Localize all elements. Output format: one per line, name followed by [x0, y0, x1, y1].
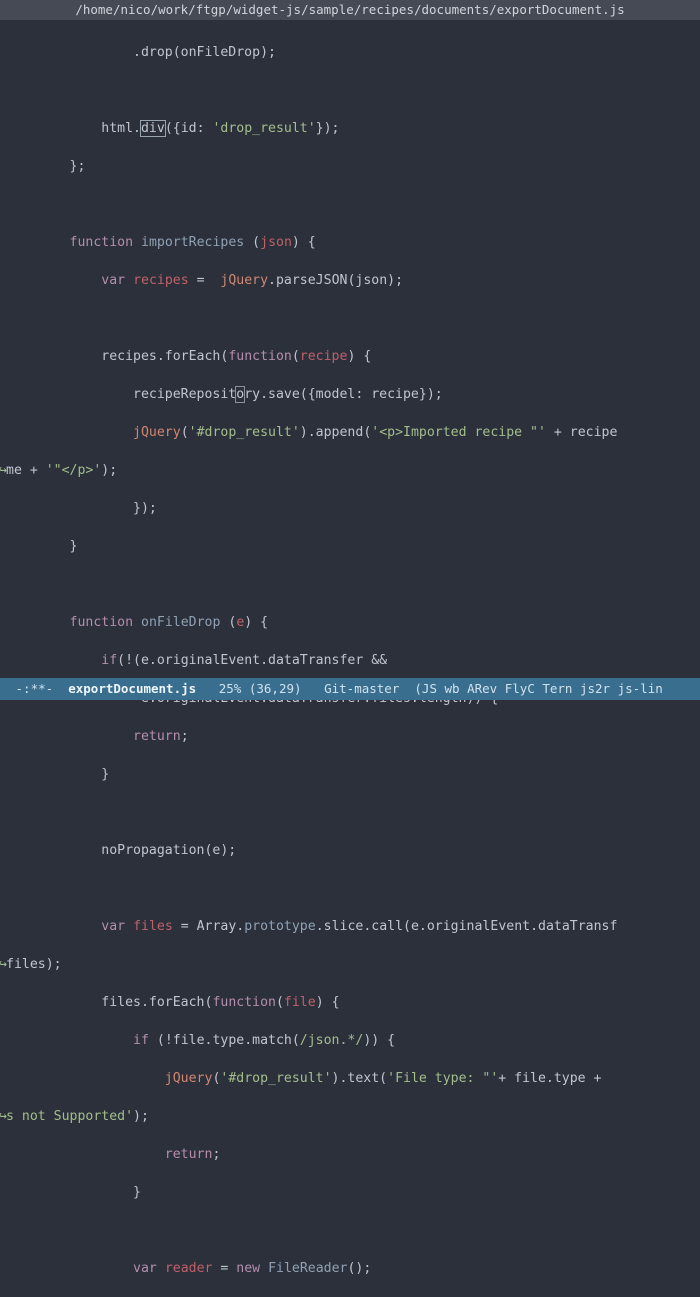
- window-title-path: /home/nico/work/ftgp/widget-js/sample/re…: [75, 2, 624, 17]
- code-line: [0, 803, 700, 822]
- code-line: if(!(e.originalEvent.dataTransfer &&: [0, 651, 700, 670]
- cursor-box: o: [236, 387, 244, 402]
- wrap-icon: ↪: [0, 955, 8, 974]
- code-line: recipeRepository.save({model: recipe});: [0, 385, 700, 404]
- code-line: [0, 309, 700, 328]
- code-line: var reader = new FileReader();: [0, 1259, 700, 1278]
- window-titlebar: /home/nico/work/ftgp/widget-js/sample/re…: [0, 0, 700, 20]
- code-editor[interactable]: .drop(onFileDrop); html.div({id: 'drop_r…: [0, 20, 700, 1297]
- modeline-position: 25% (36,29): [196, 681, 324, 696]
- code-line: function onFileDrop (e) {: [0, 613, 700, 632]
- highlight-box: div: [141, 121, 165, 136]
- code-line: files.forEach(function(file) {: [0, 993, 700, 1012]
- code-line: }: [0, 1183, 700, 1202]
- code-line: [0, 195, 700, 214]
- code-line: return;: [0, 727, 700, 746]
- code-line: [0, 1221, 700, 1240]
- code-line: noPropagation(e);: [0, 841, 700, 860]
- code-line: recipes.forEach(function(recipe) {: [0, 347, 700, 366]
- code-line: var files = Array.prototype.slice.call(e…: [0, 917, 700, 936]
- code-line: jQuery('#drop_result').append('<p>Import…: [0, 423, 700, 442]
- code-line: });: [0, 499, 700, 518]
- code-line: ↪s not Supported');: [0, 1107, 700, 1126]
- modeline-branch: Git-master: [324, 681, 399, 696]
- wrap-icon: ↪: [0, 1107, 8, 1126]
- code-line: jQuery('#drop_result').text('File type: …: [0, 1069, 700, 1088]
- code-line: }: [0, 765, 700, 784]
- code-line: ↪me + '"</p>');: [0, 461, 700, 480]
- modeline-modes: (JS wb ARev FlyC Tern js2r js-lin: [399, 681, 662, 696]
- code-line: [0, 81, 700, 100]
- code-line: return;: [0, 1145, 700, 1164]
- code-line: };: [0, 157, 700, 176]
- code-line: }: [0, 537, 700, 556]
- code-line: var recipes = jQuery.parseJSON(json);: [0, 271, 700, 290]
- modeline-filename: exportDocument.js: [68, 681, 196, 696]
- code-line: html.div({id: 'drop_result'});: [0, 119, 700, 138]
- code-line: [0, 575, 700, 594]
- mode-line: -:**- exportDocument.js 25% (36,29) Git-…: [0, 678, 700, 700]
- code-line: ↪files);: [0, 955, 700, 974]
- code-line: .drop(onFileDrop);: [0, 43, 700, 62]
- wrap-icon: ↪: [0, 461, 8, 480]
- code-line: if (!file.type.match(/json.*/)) {: [0, 1031, 700, 1050]
- code-line: function importRecipes (json) {: [0, 233, 700, 252]
- code-line: [0, 879, 700, 898]
- modeline-state: -:**-: [8, 681, 68, 696]
